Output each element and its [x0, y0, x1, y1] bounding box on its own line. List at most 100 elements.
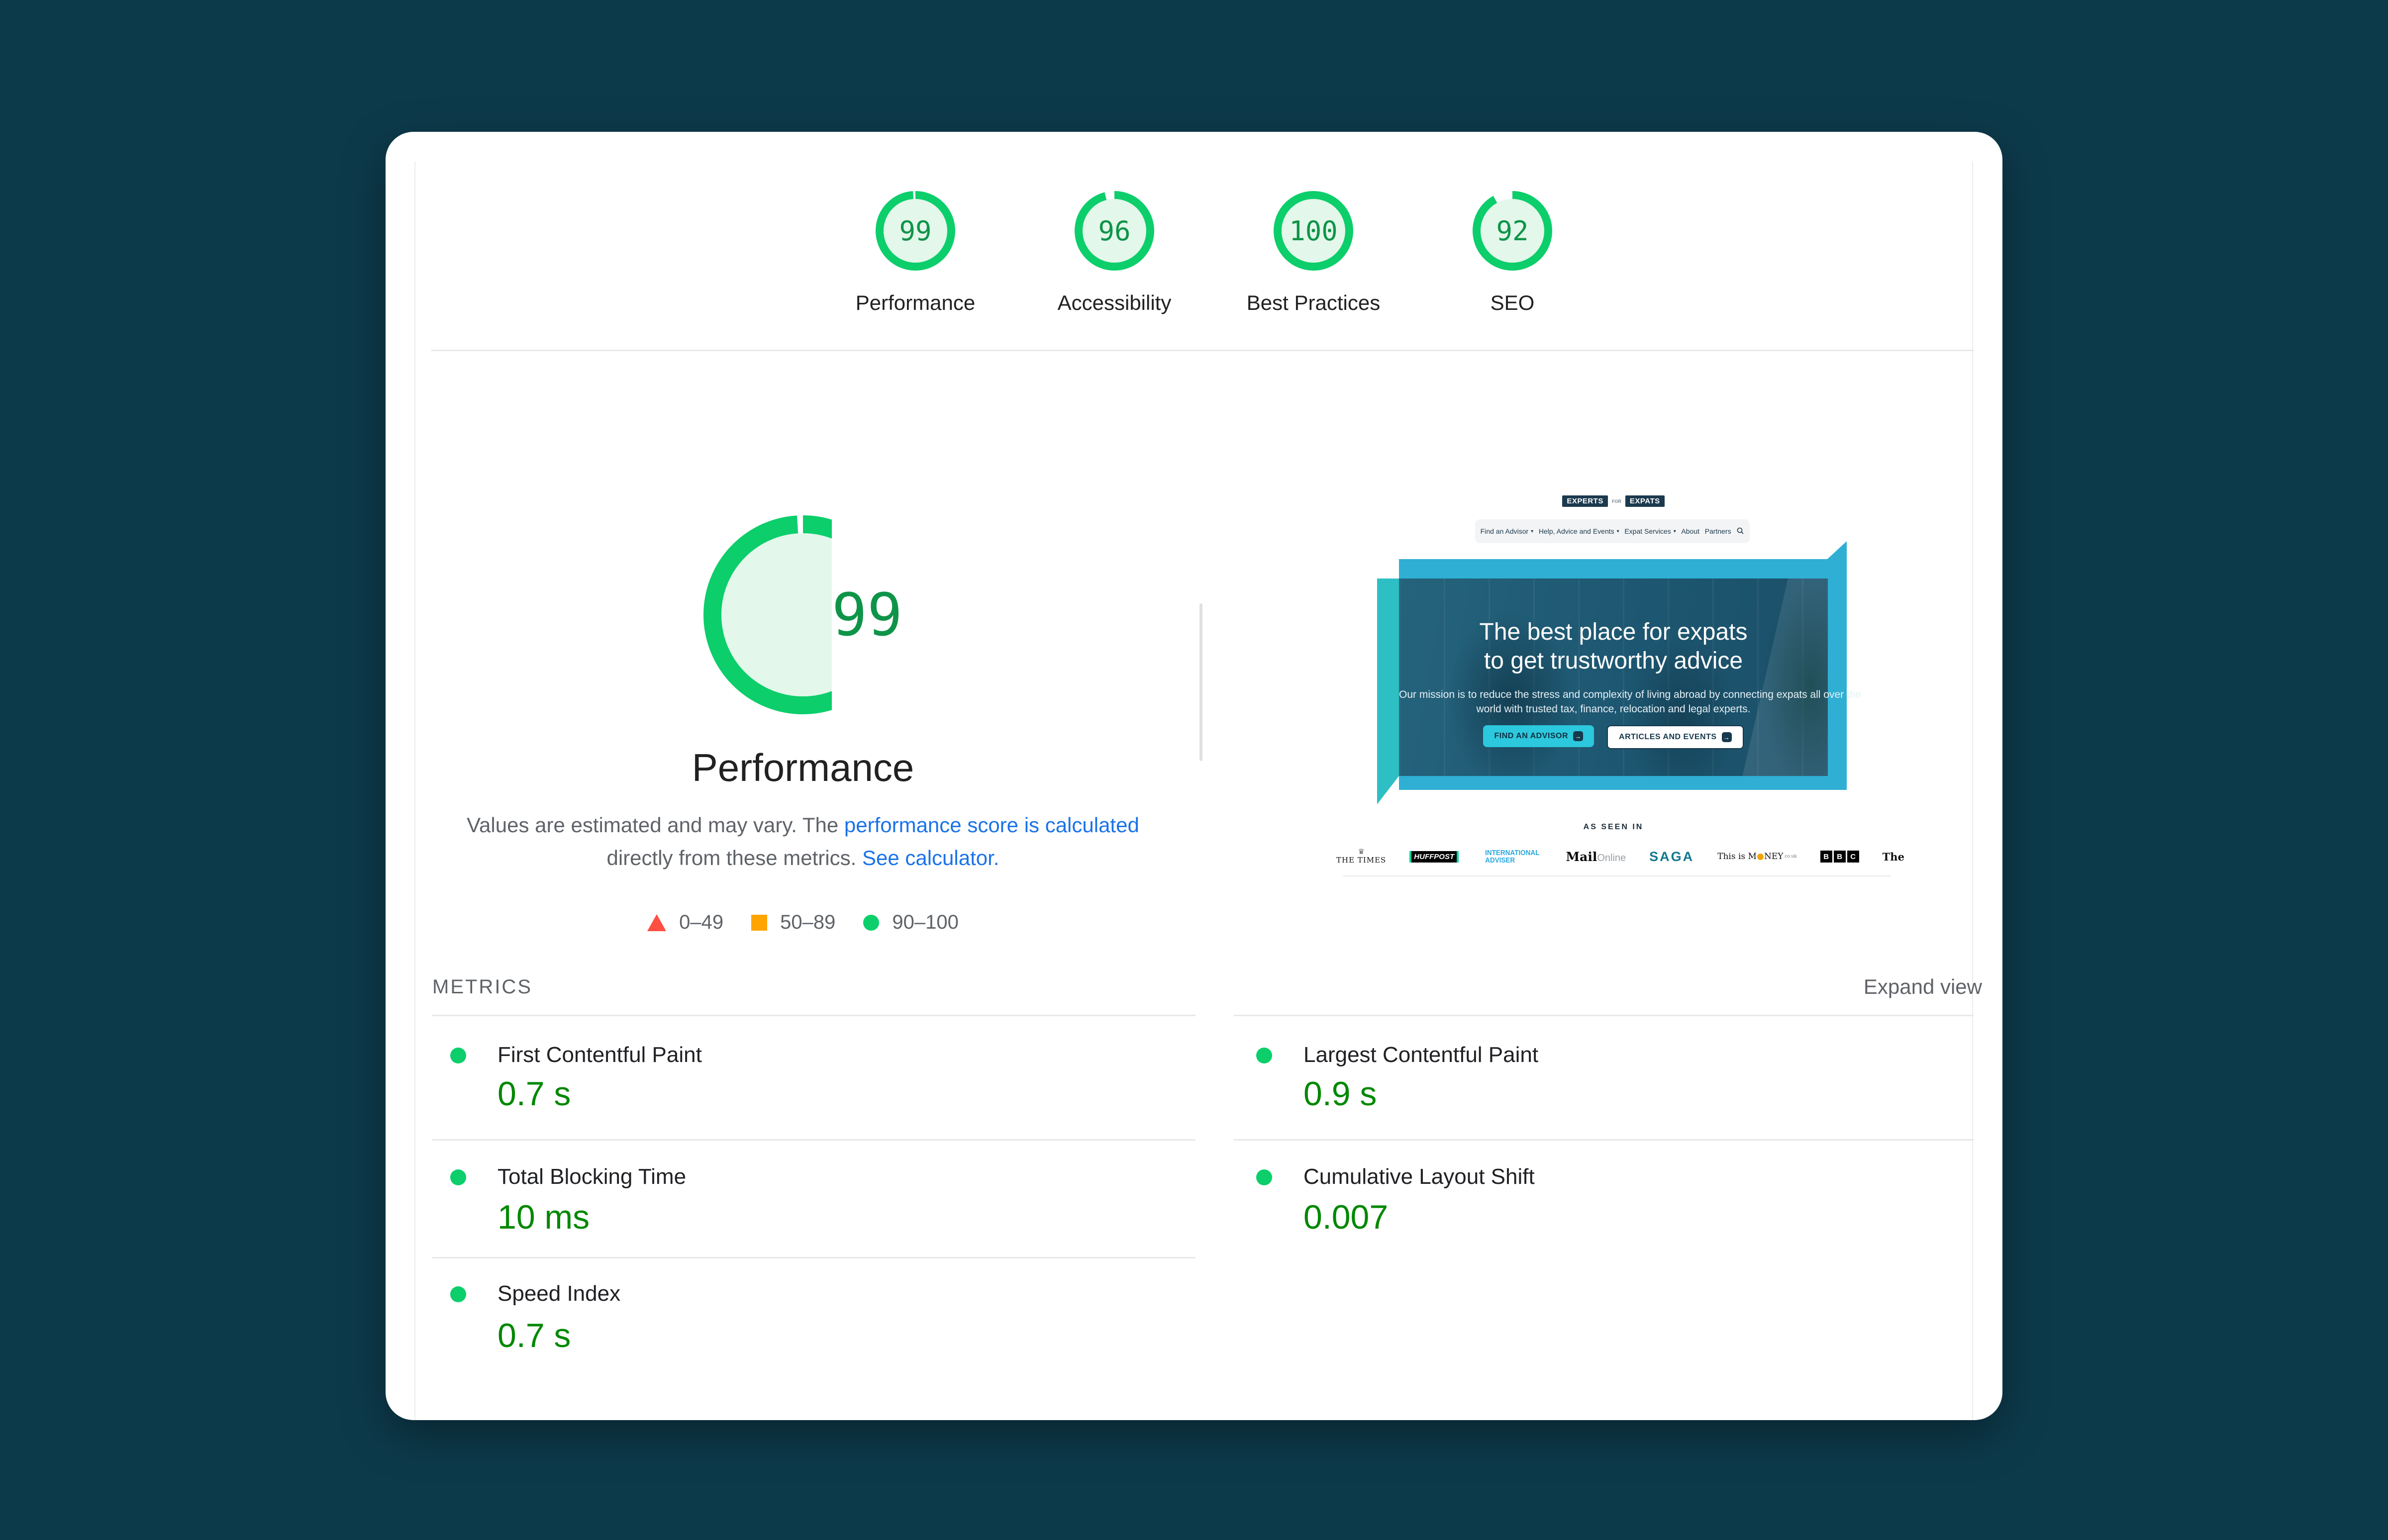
money-suffix: .co.uk — [1783, 854, 1797, 859]
times-crest-icon: ♛ — [1358, 848, 1365, 856]
performance-score-value: 99 — [831, 580, 902, 649]
find-advisor-button: FIND AN ADVISOR → — [1483, 725, 1594, 747]
metric-name: First Contentful Paint — [498, 1043, 702, 1067]
mail-wordmark: Mail — [1566, 849, 1597, 864]
arrow-right-icon: → — [1721, 732, 1732, 742]
articles-events-label: ARTICLES AND EVENTS — [1619, 733, 1717, 741]
category-gauge-best-practices[interactable]: 100 — [1274, 191, 1353, 271]
category-gauge-performance[interactable]: 99 — [876, 191, 955, 271]
metric-divider — [432, 1257, 1195, 1258]
metrics-section-title: METRICS — [432, 976, 532, 998]
intl-line1: INTERNATIONAL — [1485, 849, 1540, 857]
international-adviser-logo: INTERNATIONAL ADVISER — [1485, 849, 1539, 864]
money-sun-icon — [1757, 853, 1764, 860]
the-times-logo: ♛ THE TIMES — [1336, 848, 1386, 865]
legend-average-label: 50–89 — [780, 911, 836, 933]
screenshot-root: 99 Performance 96 Accessibility 100 Best Prac… — [0, 0, 2388, 1540]
metric-value: 0.7 s — [498, 1317, 571, 1354]
hero-mission-line1: Our mission is to reduce the stress and … — [1399, 689, 1862, 700]
hero-title-line1: The best place for expats — [1479, 619, 1748, 645]
description-text: Values are estimated and may vary. The — [467, 813, 844, 837]
arrow-right-icon: → — [1573, 731, 1584, 741]
metric-value: 0.9 s — [1303, 1075, 1377, 1113]
money-text-a: This is M — [1717, 852, 1757, 862]
header-divider — [431, 350, 1974, 351]
experts-for-expats-logo: EXPERTS FOR EXPATS — [1335, 495, 1892, 507]
saga-logo: SAGA — [1649, 849, 1694, 864]
site-nav-item: Find an Advisor ▾ — [1481, 527, 1534, 535]
category-gauge-accessibility[interactable]: 96 — [1075, 191, 1154, 271]
performance-section-title: Performance — [692, 746, 914, 789]
nav-label: About — [1681, 527, 1700, 535]
metric-divider — [1234, 1139, 1974, 1141]
money-text-b: NEY — [1764, 852, 1784, 862]
score-legend: 0–49 50–89 90–100 — [455, 911, 1151, 934]
site-nav-item: About — [1681, 527, 1699, 535]
category-score: 100 — [1289, 215, 1338, 247]
bbc-letter: B — [1833, 851, 1846, 863]
hero-mission-line2: world with trusted tax, finance, relocat… — [1476, 703, 1751, 715]
category-gauge-seo[interactable]: 92 — [1473, 191, 1552, 271]
metric-name: Cumulative Layout Shift — [1303, 1164, 1535, 1189]
articles-events-button: ARTICLES AND EVENTS → — [1607, 725, 1744, 749]
logo-for-text: FOR — [1611, 498, 1621, 504]
find-advisor-label: FIND AN ADVISOR — [1494, 732, 1569, 740]
metric-name: Largest Contentful Paint — [1303, 1043, 1539, 1067]
hero-title: The best place for expats to get trustwo… — [1399, 618, 1828, 675]
telegraph-partial-logo: The — [1882, 850, 1904, 863]
metric-value: 0.007 — [1303, 1198, 1389, 1236]
thumbnail-divider — [1343, 875, 1890, 876]
nav-label: Partners — [1704, 527, 1731, 535]
search-icon — [1736, 527, 1744, 536]
nav-label: Help, Advice and Events — [1538, 527, 1614, 535]
category-score: 96 — [1098, 215, 1131, 247]
see-calculator-link[interactable]: See calculator. — [862, 846, 999, 869]
logo-experts-badge: EXPERTS — [1562, 495, 1608, 507]
category-label: Performance — [855, 291, 976, 314]
this-is-money-logo: This is M NEY .co.uk — [1717, 852, 1797, 862]
site-nav-item: Expat Services ▾ — [1624, 527, 1676, 535]
legend-pass: 90–100 — [863, 911, 959, 934]
hero-buttons: FIND AN ADVISOR → ARTICLES AND EVENTS → — [1399, 725, 1828, 749]
legend-fail-label: 0–49 — [679, 911, 724, 933]
metric-value: 0.7 s — [498, 1075, 571, 1113]
performance-gauge: 99 — [703, 515, 902, 714]
bbc-letter: C — [1847, 851, 1859, 863]
nav-label: Expat Services — [1624, 527, 1671, 535]
calculator-link[interactable]: performance score is calculated — [844, 813, 1139, 837]
score-description: Values are estimated and may vary. The p… — [460, 809, 1146, 874]
description-text-2: directly from these metrics. — [606, 846, 862, 869]
expand-view-button[interactable]: Expand view — [1864, 975, 1982, 999]
huffpost-logo: HUFFPOST — [1409, 851, 1459, 863]
metric-name: Total Blocking Time — [498, 1164, 687, 1189]
category-label: Best Practices — [1246, 291, 1381, 314]
category-score: 99 — [899, 215, 932, 247]
nav-label: Find an Advisor — [1480, 527, 1529, 535]
metric-pass-dot-icon — [1256, 1169, 1272, 1185]
metric-pass-dot-icon — [450, 1286, 466, 1302]
as-seen-in-heading: AS SEEN IN — [1583, 823, 1644, 831]
report-left-border — [414, 162, 415, 1420]
metric-divider — [432, 1015, 1195, 1016]
hero-mission: Our mission is to reduce the stress and … — [1399, 687, 1862, 716]
average-square-icon — [751, 914, 768, 931]
logo-expats-badge: EXPATS — [1625, 495, 1665, 507]
metric-name: Speed Index — [498, 1281, 621, 1306]
legend-average: 50–89 — [751, 911, 835, 934]
metric-divider — [1234, 1015, 1974, 1016]
category-label: Accessibility — [1057, 291, 1172, 314]
chevron-down-icon: ▾ — [1616, 528, 1619, 534]
intl-line2: ADVISER — [1485, 856, 1515, 865]
site-nav-item: Help, Advice and Events ▾ — [1539, 527, 1619, 535]
metric-pass-dot-icon — [450, 1169, 466, 1185]
fail-triangle-icon — [647, 914, 667, 931]
hero-title-line2: to get trustworthy advice — [1484, 648, 1743, 674]
bbc-letter: B — [1820, 851, 1832, 863]
bbc-logo: B B C — [1820, 851, 1859, 863]
metric-pass-dot-icon — [1256, 1048, 1272, 1063]
panel-separator — [1199, 603, 1202, 761]
metric-divider — [432, 1139, 1195, 1141]
legend-fail: 0–49 — [647, 911, 723, 934]
site-nav-item: Partners — [1705, 527, 1731, 535]
legend-pass-label: 90–100 — [892, 911, 959, 933]
